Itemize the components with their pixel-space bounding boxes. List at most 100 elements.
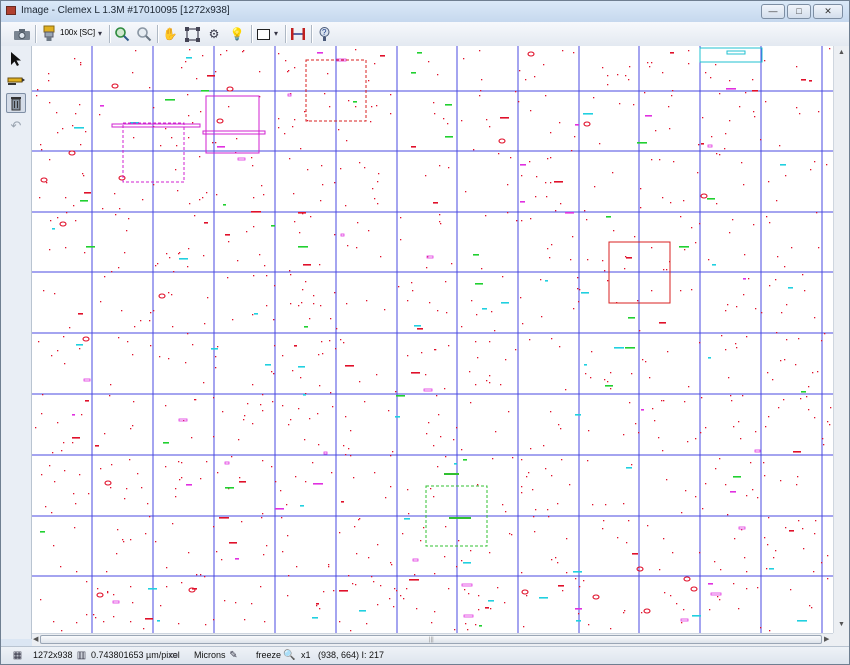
shape-dropdown-icon[interactable]: ▾ xyxy=(271,24,281,44)
particle-dot xyxy=(48,73,50,75)
particle-dot xyxy=(535,196,537,198)
particle-dot xyxy=(734,538,736,540)
particle-dot xyxy=(695,438,697,440)
particle-dot xyxy=(412,290,414,292)
particle-dot xyxy=(765,426,767,428)
particle-dot xyxy=(814,417,816,419)
objective-dropdown-icon[interactable]: ▾ xyxy=(94,24,106,44)
inclusion-stringer xyxy=(632,553,638,555)
horizontal-scrollbar[interactable]: ◀ ||| ▶ xyxy=(32,633,833,646)
particle-dot xyxy=(343,445,345,447)
lightbulb-icon[interactable]: 💡 xyxy=(228,24,246,44)
scroll-left-arrow-icon[interactable]: ◀ xyxy=(33,636,38,643)
particle-dot xyxy=(355,49,357,51)
settings-gear-icon[interactable]: ⚙ xyxy=(205,24,223,44)
particle-dot xyxy=(292,126,294,128)
particle-dot xyxy=(126,230,128,232)
trash-icon[interactable] xyxy=(6,93,26,113)
pencil-icon[interactable] xyxy=(6,71,26,91)
particle-dot xyxy=(746,588,748,590)
particle-dot xyxy=(93,614,95,616)
particle-dot xyxy=(282,355,284,357)
inclusion-stringer xyxy=(239,481,246,483)
measure-calipers-icon[interactable] xyxy=(289,24,307,44)
particle-dot xyxy=(515,349,517,351)
particle-dot xyxy=(110,384,112,386)
horizontal-scroll-thumb[interactable]: ||| xyxy=(40,635,822,644)
particle-dot xyxy=(719,93,721,95)
close-button[interactable]: ✕ xyxy=(813,4,843,19)
particle-dot xyxy=(194,215,196,217)
particle-dot xyxy=(746,571,748,573)
scroll-up-arrow-icon[interactable]: ▲ xyxy=(838,49,845,56)
particle-dot xyxy=(727,304,729,306)
minimize-button[interactable]: — xyxy=(761,4,785,19)
particle-dot xyxy=(465,623,467,625)
particle-dot xyxy=(273,373,275,375)
particle-dot xyxy=(518,101,520,103)
pointer-arrow-icon[interactable] xyxy=(6,49,26,69)
particle-dot xyxy=(41,149,43,151)
inclusion-stringer xyxy=(659,322,666,324)
inclusion-stringer xyxy=(201,90,209,92)
particle-dot xyxy=(680,216,682,218)
fit-image-icon[interactable] xyxy=(183,24,201,44)
particle-dot xyxy=(300,148,302,150)
objective-label[interactable]: 100x [SC] xyxy=(60,28,95,37)
particle-dot xyxy=(602,67,604,69)
particle-dot xyxy=(217,472,219,474)
particle-dot xyxy=(172,326,174,328)
objective-icon[interactable] xyxy=(39,24,59,44)
rectangle-shape-icon[interactable] xyxy=(255,24,271,44)
inclusion-stringer xyxy=(100,105,104,107)
particle-dot xyxy=(818,111,820,113)
particle-dot xyxy=(323,591,325,593)
inclusion-stringer xyxy=(341,501,344,503)
particle-dot xyxy=(798,520,800,522)
particle-dot xyxy=(725,349,727,351)
particle-dot xyxy=(166,586,168,588)
particle-dot xyxy=(750,462,752,464)
particle-dot xyxy=(104,433,106,435)
particle-dot xyxy=(177,190,179,192)
particle-dot xyxy=(720,569,722,571)
particle-dot xyxy=(543,64,545,66)
scroll-right-arrow-icon[interactable]: ▶ xyxy=(824,636,829,643)
zoom-in-icon[interactable] xyxy=(113,24,131,44)
particle-dot xyxy=(310,216,312,218)
particle-dot xyxy=(178,461,180,463)
zoom-out-icon[interactable] xyxy=(135,24,153,44)
vertical-scrollbar[interactable]: ▲ ▼ xyxy=(833,46,849,633)
inclusion-stringer xyxy=(520,201,525,203)
particle-dot xyxy=(555,210,557,212)
particle-dot xyxy=(99,114,101,116)
micrograph-image[interactable] xyxy=(32,46,833,633)
oxide-inclusion xyxy=(158,293,166,299)
particle-dot xyxy=(829,424,831,426)
inclusion-stringer xyxy=(217,146,225,148)
oxide-inclusion xyxy=(59,221,67,227)
maximize-button[interactable]: □ xyxy=(787,4,811,19)
particle-dot xyxy=(72,125,74,127)
particle-dot xyxy=(700,432,702,434)
particle-dot xyxy=(429,302,431,304)
undo-icon[interactable]: ↶ xyxy=(6,115,26,135)
inclusion-stringer xyxy=(485,607,489,609)
particle-dot xyxy=(292,370,294,372)
inclusion-stringer xyxy=(417,328,423,330)
image-canvas[interactable] xyxy=(32,46,833,633)
help-icon[interactable]: ? xyxy=(315,24,333,44)
particle-dot xyxy=(494,330,496,332)
particle-dot xyxy=(738,421,740,423)
scroll-down-arrow-icon[interactable]: ▼ xyxy=(838,621,845,628)
particle-dot xyxy=(332,406,334,408)
particle-dot xyxy=(284,133,286,135)
title-bar[interactable]: Image - Clemex L 1.3M #17010095 [1272x93… xyxy=(1,1,849,22)
inclusion-stringer xyxy=(225,487,234,489)
oxide-inclusion xyxy=(226,86,234,92)
particle-dot xyxy=(486,119,488,121)
pan-hand-icon[interactable]: ✋ xyxy=(161,24,179,44)
particle-dot xyxy=(336,328,338,330)
particle-dot xyxy=(815,520,817,522)
camera-icon[interactable] xyxy=(11,24,33,44)
